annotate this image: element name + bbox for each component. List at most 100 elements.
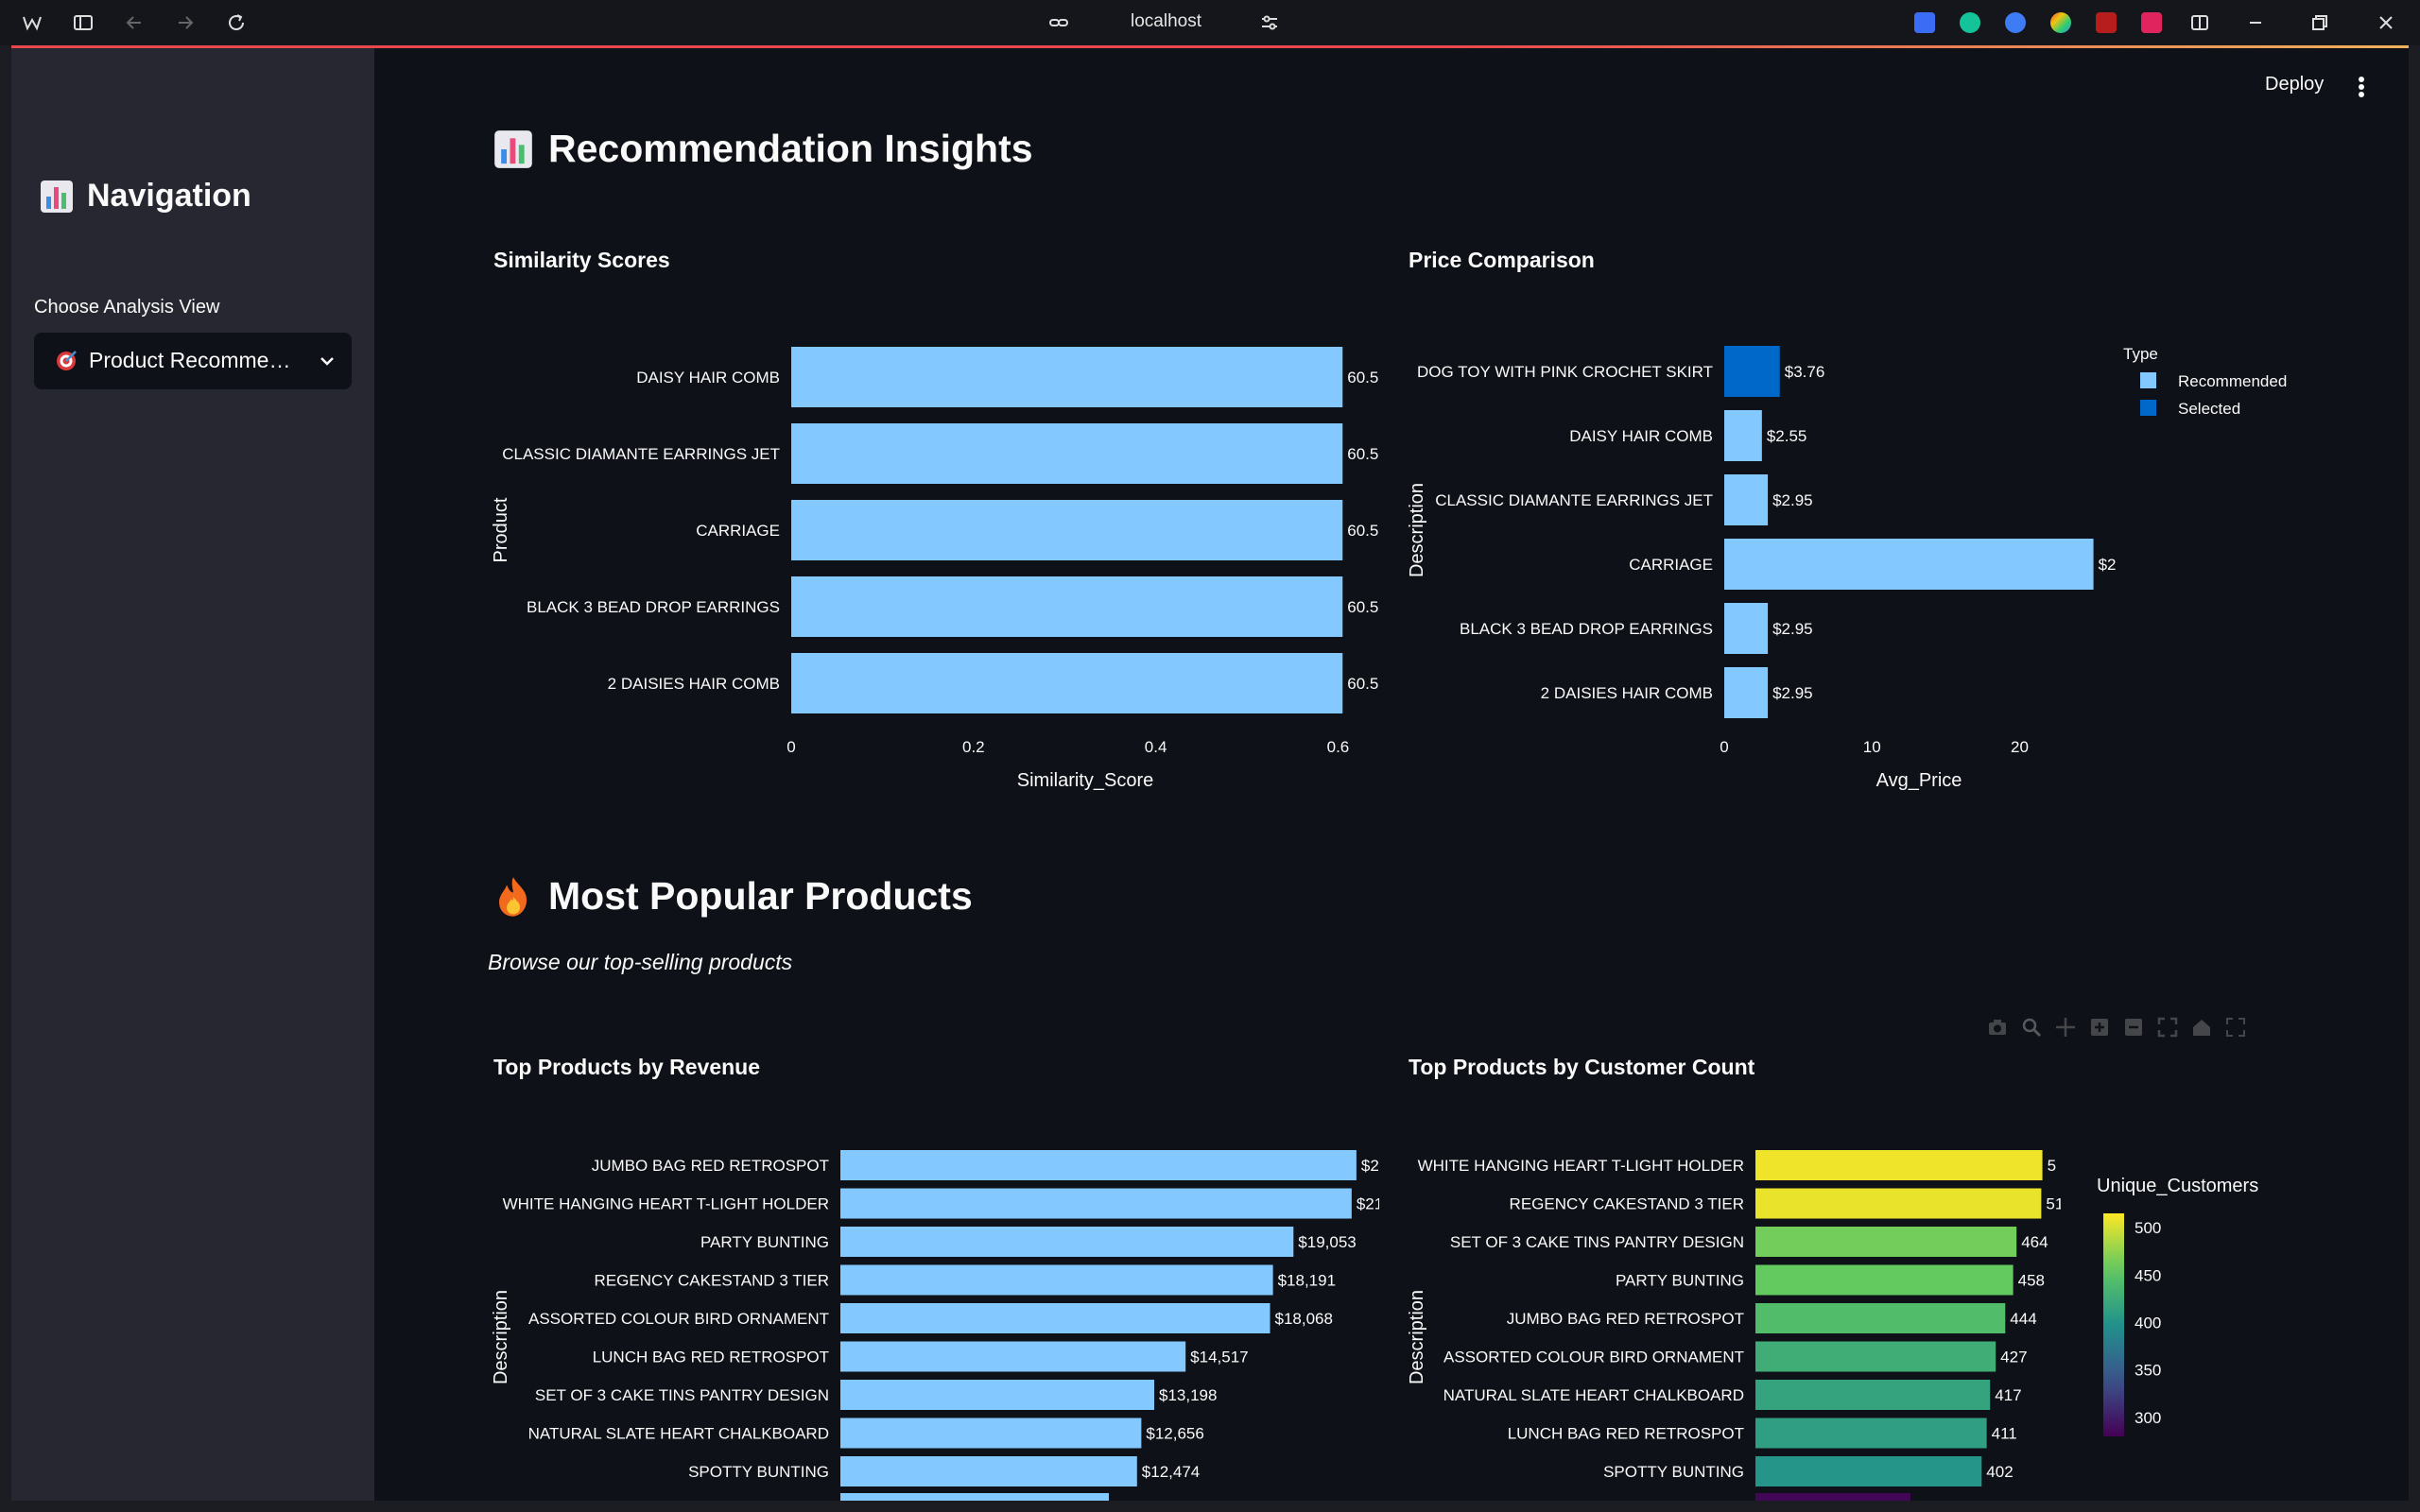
fullscreen-icon[interactable] [2225, 1017, 2246, 1038]
main-menu-icon[interactable] [2352, 74, 2371, 100]
legend-swatch [2140, 400, 2156, 416]
analysis-view-select[interactable]: Product Recomme… [34, 333, 352, 389]
bar [1755, 1264, 2014, 1296]
data-label: $2.95 [1772, 620, 1813, 638]
category-label: SET OF 3 CAKE TINS PANTRY DESIGN [1450, 1233, 1744, 1251]
reset-axes-icon[interactable] [2191, 1017, 2212, 1038]
sidebar: Navigation Choose Analysis View Product … [11, 48, 374, 1501]
data-label: 60.5 [1347, 522, 1378, 540]
ublock-icon[interactable] [2096, 12, 2117, 33]
extension-arrow-icon[interactable] [1914, 12, 1935, 33]
category-label: PARTY BUNTING [700, 1233, 829, 1251]
x-tick-label: 0 [1720, 738, 1728, 756]
bar [1755, 1418, 1987, 1449]
category-label: LUNCH BAG RED RETROSPOT [593, 1349, 829, 1366]
chart-marks: 5 51 464 458 444 427 417 411 402 [1755, 1150, 2061, 1486]
pan-icon[interactable] [2055, 1017, 2076, 1038]
autoscale-icon[interactable] [2157, 1017, 2178, 1038]
sidebar-toggle-icon[interactable] [72, 11, 95, 34]
bar [1755, 1227, 2017, 1257]
bar [840, 1418, 1142, 1449]
category-label: DOG TOY WITH PINK CROCHET SKIRT [1417, 363, 1713, 381]
most-popular-title: Most Popular Products [548, 874, 973, 918]
data-label: $13,198 [1159, 1386, 1217, 1404]
bar [1724, 539, 2094, 590]
bar [840, 1341, 1186, 1372]
data-label: 5 [2048, 1157, 2056, 1175]
shield-extension-icon[interactable] [2141, 12, 2162, 33]
site-settings-icon[interactable] [1258, 11, 1281, 34]
recommendation-insights-title: Recommendation Insights [548, 127, 1033, 170]
dark-mode-icon[interactable] [2005, 12, 2026, 33]
data-label: 464 [2021, 1233, 2048, 1251]
bar [840, 1380, 1155, 1410]
address-bar-url[interactable]: localhost [1131, 11, 1201, 32]
colorbar-tick-label: 350 [2135, 1362, 2161, 1380]
bar [840, 1150, 1357, 1180]
bar [791, 576, 1343, 637]
data-label: $2.95 [1772, 684, 1813, 702]
x-tick-label: 20 [2011, 738, 2029, 756]
bar [840, 1303, 1270, 1333]
split-view-icon[interactable] [2188, 11, 2211, 34]
forward-arrow-icon[interactable] [174, 11, 197, 34]
zoom-out-icon[interactable] [2123, 1017, 2144, 1038]
data-label: 411 [1992, 1425, 2017, 1443]
deploy-button[interactable]: Deploy [2265, 74, 2324, 95]
category-label: 2 DAISIES HAIR COMB [608, 675, 780, 693]
bar [1724, 410, 1762, 461]
data-label: 60.5 [1347, 369, 1378, 387]
bar-chart-icon [494, 129, 532, 168]
category-label: CARRIAGE [1629, 556, 1713, 574]
data-label: $3.76 [1785, 363, 1825, 381]
category-label: JUMBO BAG RED RETROSPOT [1507, 1310, 1744, 1328]
data-label: 417 [1995, 1386, 2021, 1404]
data-label: 60.5 [1347, 445, 1378, 463]
category-label: JUMBO BAG RED RETROSPOT [592, 1157, 829, 1175]
close-icon[interactable] [2375, 11, 2397, 34]
bar [1755, 1188, 2042, 1219]
restore-icon[interactable] [2308, 11, 2331, 34]
bar [1724, 474, 1769, 525]
category-label: DAISY HAIR COMB [1569, 427, 1713, 445]
bar [1755, 1303, 2006, 1333]
sidebar-title-text: Navigation [87, 178, 251, 214]
target-icon [57, 351, 77, 370]
data-label: 458 [2018, 1272, 2045, 1290]
category-label: ASSORTED COLOUR BIRD ORNAMENT [528, 1310, 829, 1328]
x-tick-label: 0 [786, 738, 795, 756]
minimize-icon[interactable] [2244, 11, 2267, 34]
y-axis-title: Description [1407, 483, 1427, 577]
data-label: 402 [1986, 1463, 2013, 1481]
link-icon[interactable] [1047, 11, 1070, 34]
bar [840, 1456, 1137, 1486]
reload-icon[interactable] [225, 11, 248, 34]
revenue-chart-title: Top Products by Revenue [493, 1055, 761, 1079]
customers-chart: 5 51 464 458 444 427 417 411 402 WHITE HANGING HE… [1407, 1150, 2258, 1501]
category-label: LUNCH BAG RED RETROSPOT [1508, 1425, 1744, 1443]
y-axis-title: Description [1407, 1290, 1427, 1384]
zoom-icon[interactable] [2021, 1017, 2042, 1038]
sidebar-title: Navigation [40, 178, 251, 215]
bar-chart-icon [41, 180, 73, 213]
zoom-in-icon[interactable] [2089, 1017, 2110, 1038]
camera-icon[interactable] [1987, 1017, 2008, 1038]
browser-logo-icon[interactable] [21, 11, 43, 34]
back-arrow-icon[interactable] [123, 11, 146, 34]
category-label: 2 DAISIES HAIR COMB [1541, 684, 1713, 702]
bar [1755, 1341, 1996, 1372]
browser-toolbar: localhost [0, 0, 2420, 45]
colorbar-tick-label: 500 [2135, 1219, 2161, 1237]
bar [1724, 603, 1769, 654]
x-tick-label: 0.4 [1145, 738, 1167, 756]
bar [1724, 667, 1769, 718]
bar [791, 500, 1343, 560]
data-label: 60.5 [1347, 675, 1378, 693]
grammarly-icon[interactable] [1960, 12, 1980, 33]
price-chart: $3.76 $2.55 $2.95 $2 $2.95 $2.95 DOG TOY WITH … [1407, 345, 2287, 791]
category-label: CLASSIC DIAMANTE EARRINGS JET [1435, 491, 1713, 509]
data-label: 444 [2010, 1310, 2036, 1328]
bar [840, 1493, 1109, 1501]
color-picker-extension-icon[interactable] [2050, 12, 2071, 33]
colorbar-tick-label: 400 [2135, 1314, 2161, 1332]
